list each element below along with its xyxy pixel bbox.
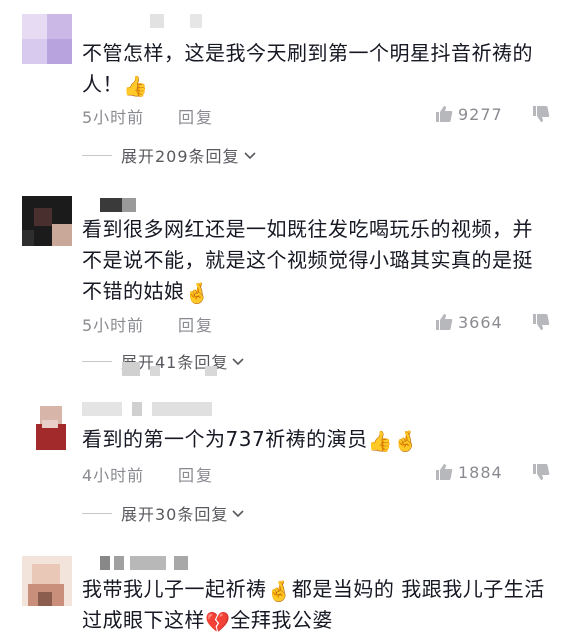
expand-replies-button[interactable]: 展开30条回复 [82,502,245,524]
comment-text-body: 我带我儿子一起祈祷 [82,577,267,601]
thumbs-down-icon[interactable] [530,311,552,333]
thumbs-up-icon [436,464,453,480]
reply-button[interactable]: 回复 [178,104,214,128]
crossed-fingers-emoji: 🤞 [184,281,210,305]
expand-replies-button[interactable]: 展开41条回复 [82,350,245,372]
like-count: 1884 [458,462,503,482]
username-blurred[interactable] [100,556,200,570]
blur-artifact [122,362,140,376]
expand-divider [82,512,112,514]
like-button[interactable]: 1884 [434,461,503,483]
comment-time: 4小时前 [82,466,145,485]
thumbs-up-crossed-fingers-emoji: 👍🤞 [367,429,419,453]
avatar[interactable] [22,196,72,246]
expand-replies-button[interactable]: 展开209条回复 [82,144,257,166]
comment-time: 5小时前 [82,316,145,335]
chevron-down-icon [232,510,244,518]
blur-artifact [205,366,217,376]
thumbs-up-icon [436,314,453,330]
avatar[interactable] [22,556,72,606]
comment-text-body-3: 全拜我公婆 [230,608,333,632]
avatar[interactable] [22,400,72,450]
thumbs-up-icon [436,106,453,122]
comment-text-body: 看到的第一个为737祈祷的演员 [82,427,368,451]
comment-text-body: 看到很多网红还是一如既往发吃喝玩乐的视频，并不是说不能，就是这个视频觉得小璐其实… [82,217,533,303]
chevron-down-icon [243,152,256,160]
comment-text-body: 不管怎样，这是我今天刷到第一个明星抖音祈祷的人！ [82,41,533,96]
thumbs-up-emoji: 👍 [123,74,149,98]
username-blurred[interactable] [100,198,140,212]
chevron-down-icon [232,358,244,366]
like-count: 9277 [458,104,503,124]
like-button[interactable]: 3664 [434,311,503,333]
comment-text: 看到很多网红还是一如既往发吃喝玩乐的视频，并不是说不能，就是这个视频觉得小璐其实… [82,214,552,307]
comment-text: 我带我儿子一起祈祷🤞都是当妈的 我跟我儿子生活过成眼下这样💔全拜我公婆 [82,574,552,636]
comment-text: 看到的第一个为737祈祷的演员👍🤞 [82,424,552,455]
expand-divider [82,360,112,362]
username-blurred[interactable] [150,14,270,28]
thumbs-down-icon[interactable] [530,461,552,483]
avatar[interactable] [22,14,72,64]
blur-artifact [150,366,160,376]
broken-heart-emoji: 💔 [205,610,231,634]
reply-button[interactable]: 回复 [178,462,214,486]
thumbs-down-icon[interactable] [530,103,552,125]
crossed-fingers-emoji: 🤞 [266,579,292,603]
reply-button[interactable]: 回复 [178,312,214,336]
username-blurred[interactable] [82,402,232,416]
like-button[interactable]: 9277 [434,103,503,125]
expand-replies-label: 展开30条回复 [121,505,229,524]
expand-divider [82,154,112,156]
like-count: 3664 [458,312,503,332]
expand-replies-label: 展开209条回复 [121,147,240,166]
comment-time: 5小时前 [82,108,145,127]
comment-text: 不管怎样，这是我今天刷到第一个明星抖音祈祷的人！👍 [82,38,552,100]
